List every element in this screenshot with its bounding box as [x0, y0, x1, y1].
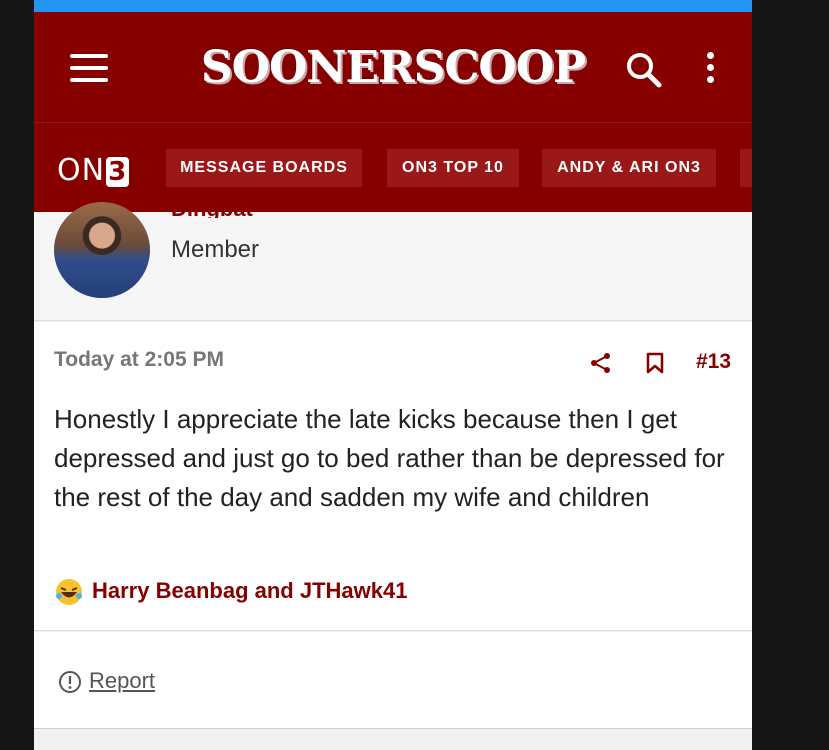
- nav-tab-overflow[interactable]: [740, 149, 752, 187]
- share-icon[interactable]: [590, 352, 612, 374]
- site-nav-bar: ON 3 MESSAGE BOARDS ON3 TOP 10 ANDY & ARI…: [34, 122, 752, 213]
- nav-tab-on3-top-10[interactable]: ON3 TOP 10: [387, 149, 519, 187]
- author-username[interactable]: Dingbat: [171, 196, 253, 218]
- author-card: Dingbat Member: [34, 196, 752, 321]
- more-options-icon[interactable]: [702, 50, 718, 86]
- post-body: Honestly I appreciate the late kicks bec…: [54, 404, 725, 512]
- report-link[interactable]: Report: [89, 668, 155, 694]
- info-icon: [59, 671, 81, 693]
- post-timestamp[interactable]: Today at 2:05 PM: [54, 348, 224, 372]
- bookmark-icon[interactable]: [646, 352, 664, 374]
- post-footer: Report: [34, 632, 752, 729]
- on3-logo-text: ON: [57, 153, 106, 188]
- search-icon[interactable]: [624, 50, 664, 90]
- nav-tab-message-boards[interactable]: MESSAGE BOARDS: [166, 149, 362, 187]
- nav-tab-andy-ari-on3[interactable]: ANDY & ARI ON3: [542, 149, 716, 187]
- post-number[interactable]: #13: [696, 350, 731, 374]
- reaction-names[interactable]: Harry Beanbag and JTHawk41: [92, 578, 407, 604]
- top-app-bar: SOONERSCOOP: [34, 12, 752, 122]
- laughing-emoji-icon: [56, 579, 82, 605]
- on3-logo-digit: 3: [106, 157, 130, 187]
- post-card: Today at 2:05 PM #13 Honestly I apprecia…: [34, 322, 752, 631]
- status-bar: [34, 0, 752, 12]
- phone-screen: SOONERSCOOP ON 3 MESSAGE BOARDS ON3 TOP 1…: [34, 0, 752, 750]
- author-title: Member: [171, 236, 260, 263]
- avatar[interactable]: [54, 202, 150, 298]
- on3-logo[interactable]: ON 3: [57, 153, 130, 188]
